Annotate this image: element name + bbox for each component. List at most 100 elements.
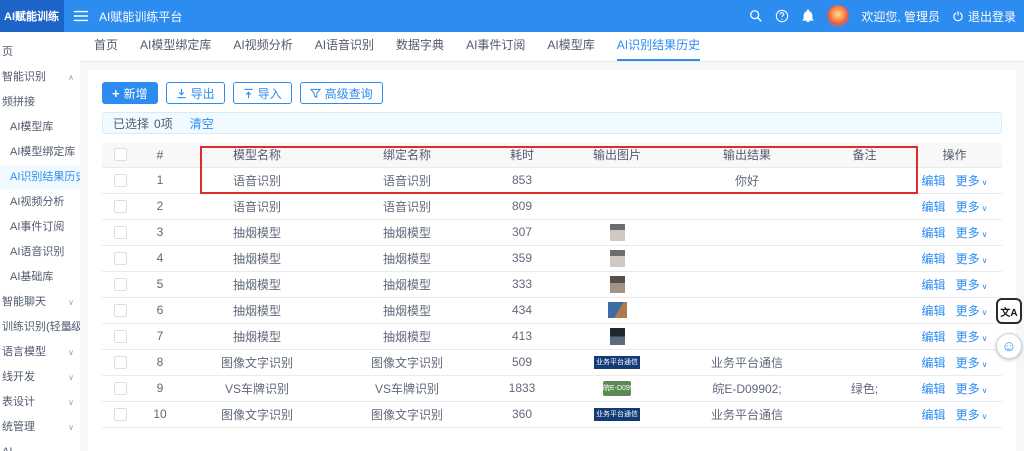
row-checkbox[interactable] <box>113 381 127 395</box>
sidebar-item[interactable]: AI模型库 <box>0 115 80 140</box>
more-link[interactable]: 更多 ∨ <box>956 200 988 214</box>
sidebar-item[interactable]: AI视频分析 <box>0 190 80 215</box>
table-row: 6 抽烟模型 抽烟模型 434 编辑 更多 ∨ <box>102 297 1002 324</box>
edit-link[interactable]: 编辑 <box>922 408 946 422</box>
tab-4[interactable]: 数据字典 <box>396 31 444 61</box>
chevron-down-icon: ∨ <box>981 385 988 395</box>
elapsed-time: 359 <box>482 245 562 272</box>
more-link[interactable]: 更多 ∨ <box>956 304 988 318</box>
output-image-thumbnail[interactable] <box>609 249 625 267</box>
remark <box>822 401 907 428</box>
notification-icon[interactable] <box>801 9 815 23</box>
chevron-up-icon: ∧ <box>68 73 74 82</box>
sidebar-item[interactable]: 页 <box>0 40 80 65</box>
welcome-text: 欢迎您, 管理员 <box>861 9 940 24</box>
row-checkbox[interactable] <box>113 251 127 265</box>
output-image-thumbnail[interactable]: 业务平台通信 <box>594 408 640 422</box>
row-checkbox[interactable] <box>113 173 127 187</box>
row-index: 7 <box>138 323 182 350</box>
tab-6[interactable]: AI模型库 <box>547 31 594 61</box>
output-image-cell <box>562 193 672 220</box>
collapse-menu-icon[interactable] <box>73 9 89 23</box>
row-checkbox[interactable] <box>113 329 127 343</box>
binding-name: VS车牌识别 <box>332 375 482 402</box>
tab-0[interactable]: 首页 <box>94 31 118 61</box>
more-link[interactable]: 更多 ∨ <box>956 278 988 292</box>
edit-link[interactable]: 编辑 <box>922 200 946 214</box>
tab-5[interactable]: AI事件订阅 <box>466 31 525 61</box>
sidebar-item[interactable]: AI事件订阅 <box>0 215 80 240</box>
row-checkbox[interactable] <box>113 407 127 421</box>
actions-cell: 编辑 更多 ∨ <box>907 167 1002 194</box>
assistant-widget[interactable]: ☺ <box>996 333 1022 359</box>
edit-link[interactable]: 编辑 <box>922 304 946 318</box>
sidebar-item[interactable]: 统管理 ∨ <box>0 415 80 440</box>
sidebar-item[interactable]: AI识别结果历史 <box>0 165 80 190</box>
output-image-thumbnail[interactable] <box>609 275 625 293</box>
sidebar-item[interactable]: AI <box>0 440 80 451</box>
row-checkbox[interactable] <box>113 199 127 213</box>
more-link[interactable]: 更多 ∨ <box>956 408 988 422</box>
add-button[interactable]: + 新增 <box>102 82 158 104</box>
sidebar-item[interactable]: 表设计 ∨ <box>0 390 80 415</box>
content-card: + 新增 导出 导入 高级查询 已选择 0项 清空 # 模型名称 绑定名称 耗时… <box>88 70 1016 451</box>
row-checkbox[interactable] <box>113 303 127 317</box>
output-image-thumbnail[interactable] <box>607 302 627 318</box>
edit-link[interactable]: 编辑 <box>922 226 946 240</box>
more-link[interactable]: 更多 ∨ <box>956 330 988 344</box>
sidebar-item[interactable]: AI基础库 <box>0 265 80 290</box>
sidebar-item[interactable]: 训练识别(轻量级) ∨ <box>0 315 80 340</box>
help-icon[interactable] <box>775 9 789 23</box>
model-name: 语音识别 <box>182 167 332 194</box>
more-label: 更多 <box>955 251 980 266</box>
sidebar-item[interactable]: 智能识别 ∧ <box>0 65 80 90</box>
more-link[interactable]: 更多 ∨ <box>956 174 988 188</box>
row-checkbox[interactable] <box>113 277 127 291</box>
advanced-query-label: 高级查询 <box>324 86 373 101</box>
checkbox-cell <box>102 219 138 246</box>
edit-link[interactable]: 编辑 <box>922 356 946 370</box>
clear-selection-link[interactable]: 清空 <box>190 115 214 132</box>
row-checkbox[interactable] <box>113 225 127 239</box>
edit-link[interactable]: 编辑 <box>922 252 946 266</box>
more-link[interactable]: 更多 ∨ <box>956 252 988 266</box>
translate-widget[interactable]: 文A <box>996 298 1022 324</box>
avatar[interactable] <box>827 5 850 27</box>
sidebar-item[interactable]: 线开发 ∨ <box>0 365 80 390</box>
output-image-thumbnail[interactable] <box>609 327 625 345</box>
logout-button[interactable]: 退出登录 <box>952 8 1016 25</box>
tab-1[interactable]: AI模型绑定库 <box>140 31 211 61</box>
sidebar-item-label: AI <box>2 440 80 451</box>
sidebar-item[interactable]: AI模型绑定库 <box>0 140 80 165</box>
column-header: 操作 <box>907 143 1002 168</box>
output-image-thumbnail[interactable]: 业务平台通信 <box>594 356 640 370</box>
row-checkbox[interactable] <box>113 355 127 369</box>
binding-name: 图像文字识别 <box>332 401 482 428</box>
advanced-query-button[interactable]: 高级查询 <box>299 82 383 104</box>
tab-7[interactable]: AI识别结果历史 <box>616 31 701 61</box>
tab-2[interactable]: AI视频分析 <box>233 31 292 61</box>
output-image-thumbnail[interactable]: 皖E-D09902 <box>603 380 631 396</box>
more-link[interactable]: 更多 ∨ <box>956 356 988 370</box>
export-button[interactable]: 导出 <box>165 82 225 104</box>
select-all-checkbox[interactable] <box>113 148 127 162</box>
more-link[interactable]: 更多 ∨ <box>956 382 988 396</box>
sidebar-item[interactable]: AI语音识别 <box>0 240 80 265</box>
sidebar-item[interactable]: 智能聊天 ∨ <box>0 290 80 315</box>
column-header: 输出图片 <box>562 143 672 168</box>
app: AI赋能训练 AI赋能训练平台 欢迎您, 管理员 退出登录 页 智能识别 ∧ 频… <box>0 0 1024 451</box>
sidebar-item[interactable]: 频拼接 <box>0 90 80 115</box>
header-right: 欢迎您, 管理员 退出登录 <box>749 5 1024 27</box>
checkbox-cell <box>102 245 138 272</box>
edit-link[interactable]: 编辑 <box>922 330 946 344</box>
import-button[interactable]: 导入 <box>232 82 292 104</box>
search-icon[interactable] <box>749 9 763 23</box>
output-image-thumbnail[interactable] <box>609 223 625 241</box>
sidebar-item[interactable]: 语言模型 ∨ <box>0 340 80 365</box>
selected-prefix: 已选择 <box>113 116 150 131</box>
tab-3[interactable]: AI语音识别 <box>315 31 374 61</box>
edit-link[interactable]: 编辑 <box>922 174 946 188</box>
edit-link[interactable]: 编辑 <box>922 278 946 292</box>
edit-link[interactable]: 编辑 <box>922 382 946 396</box>
more-link[interactable]: 更多 ∨ <box>956 226 988 240</box>
